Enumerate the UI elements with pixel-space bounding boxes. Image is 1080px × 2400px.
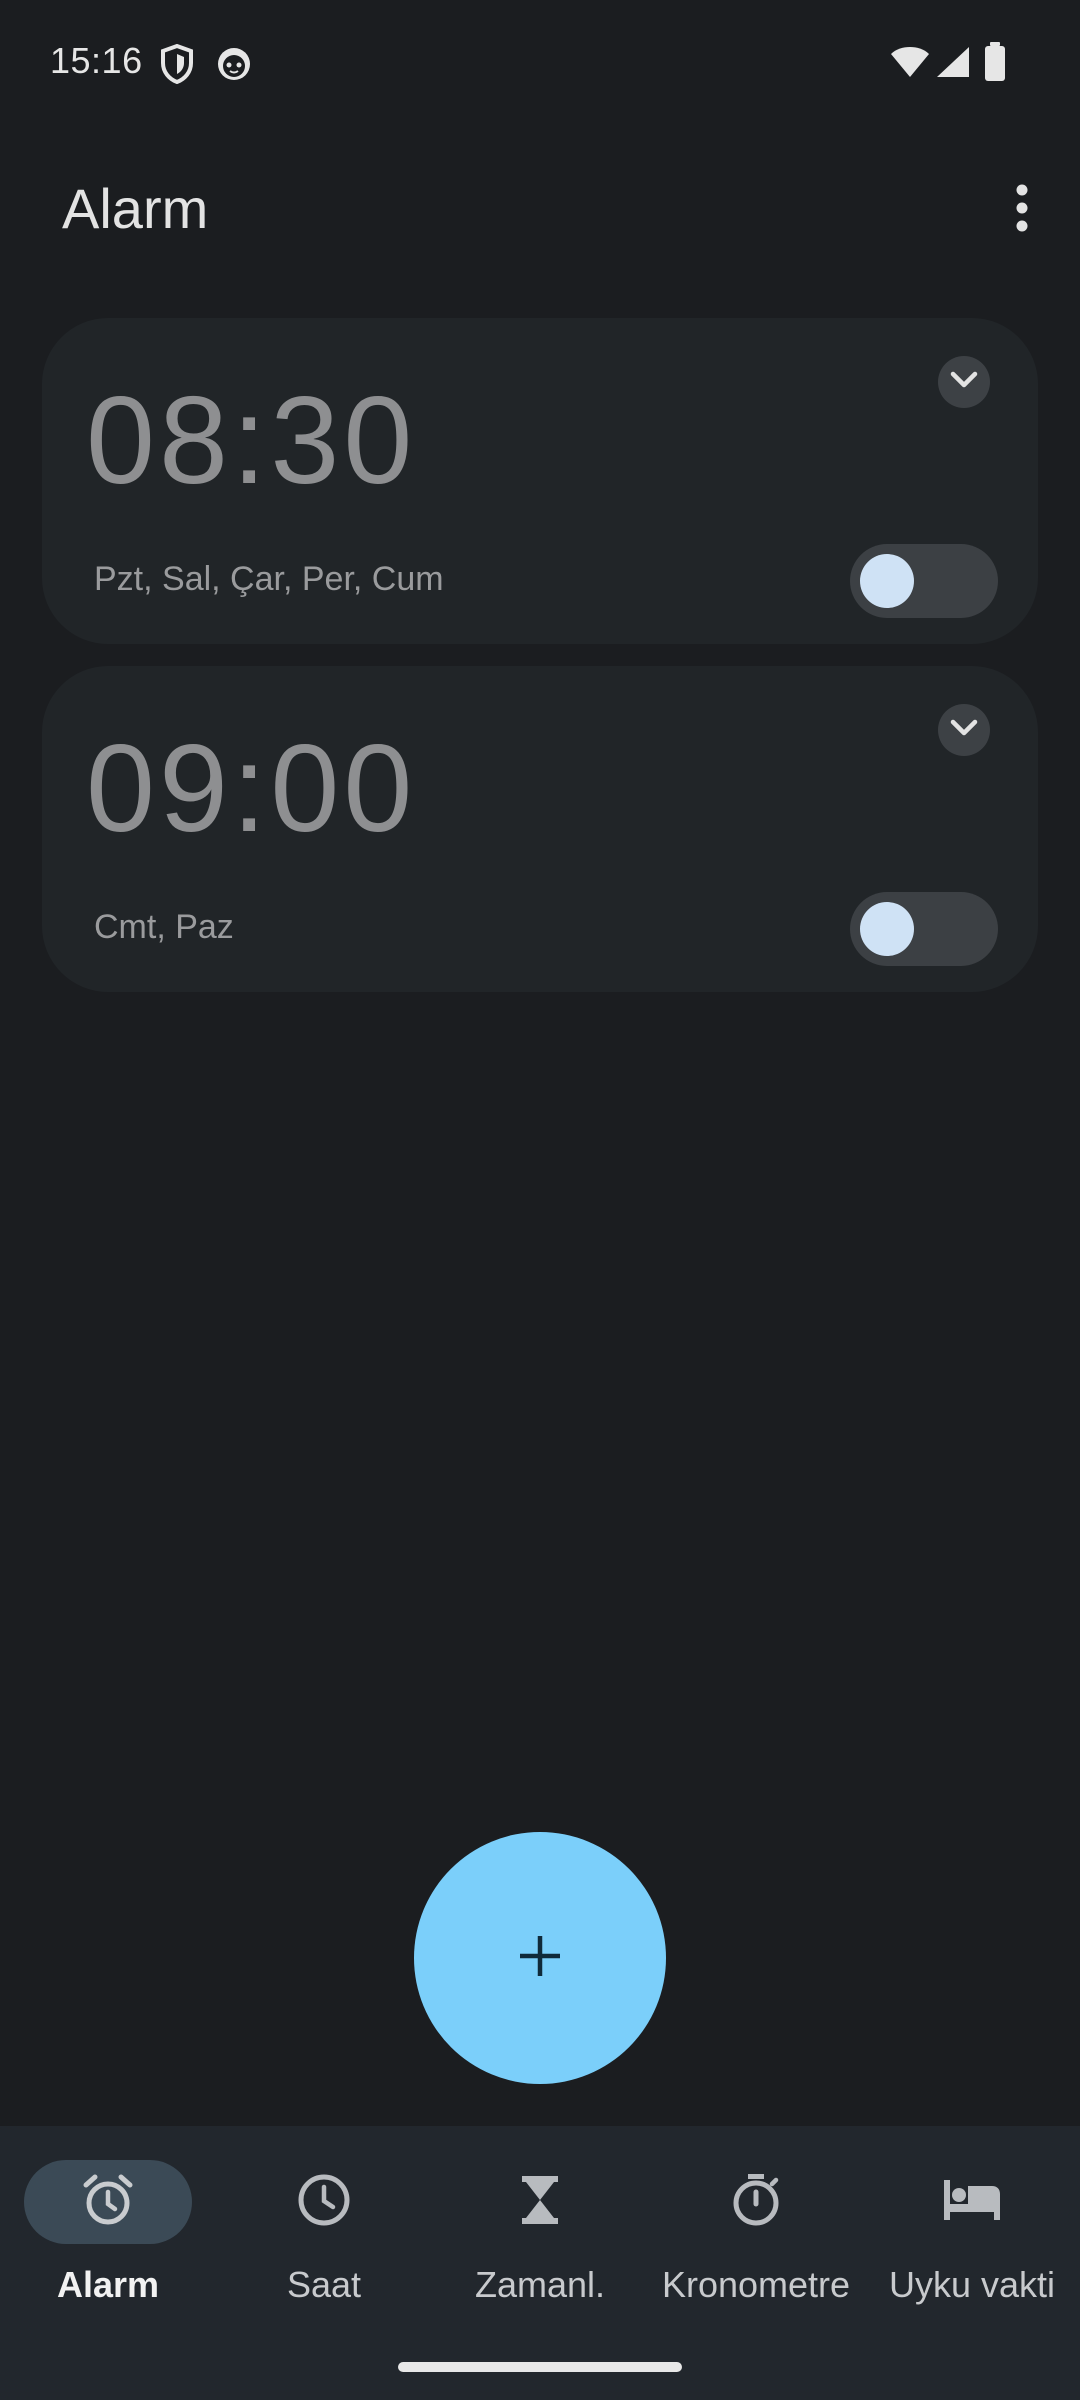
more-options-button[interactable] [992, 180, 1052, 240]
alarm-repeat-days: Cmt, Paz [94, 908, 234, 946]
alarm-repeat-days: Pzt, Sal, Çar, Per, Cum [94, 560, 444, 598]
nav-item-alarm[interactable]: Alarm [0, 2158, 216, 2318]
nav-label: Kronometre [661, 2264, 851, 2305]
expand-alarm-button[interactable] [938, 704, 990, 756]
nav-item-bedtime[interactable]: Uyku vakti [864, 2158, 1080, 2318]
bottom-navigation: Alarm Saat Zamanl. Kronometre Uyku vakti [0, 2126, 1080, 2400]
nav-icon-container [672, 2160, 840, 2244]
chevron-down-icon [950, 719, 978, 742]
alarm-clock-icon [80, 2172, 136, 2233]
signal-icon [936, 46, 970, 83]
plus-icon [516, 1932, 564, 1985]
home-indicator[interactable] [398, 2362, 682, 2372]
cat-face-icon [216, 46, 252, 87]
alarm-time[interactable]: 08:30 [86, 370, 416, 512]
nav-label: Saat [286, 2264, 362, 2305]
expand-alarm-button[interactable] [938, 356, 990, 408]
clock-icon [296, 2172, 352, 2233]
status-bar: 15:16 [0, 0, 1080, 128]
nav-label: Alarm [56, 2264, 160, 2305]
page-title: Alarm [62, 177, 209, 240]
nav-active-indicator [24, 2160, 192, 2244]
hourglass-icon [516, 2174, 564, 2231]
nav-icon-container [888, 2160, 1056, 2244]
nav-icon-container [240, 2160, 408, 2244]
nav-item-timer[interactable]: Zamanl. [432, 2158, 648, 2318]
nav-icon-container [456, 2160, 624, 2244]
nav-item-stopwatch[interactable]: Kronometre [648, 2158, 864, 2318]
toggle-knob [860, 902, 914, 956]
alarm-toggle[interactable] [850, 544, 998, 618]
wifi-icon [890, 46, 930, 83]
toggle-knob [860, 554, 914, 608]
more-vert-icon [1015, 184, 1029, 237]
shield-icon [160, 43, 194, 89]
nav-label: Uyku vakti [888, 2264, 1056, 2305]
bed-icon [942, 2178, 1002, 2227]
add-alarm-button[interactable] [414, 1832, 666, 2084]
alarm-time[interactable]: 09:00 [86, 718, 416, 860]
status-time: 15:16 [50, 40, 143, 81]
stopwatch-icon [728, 2172, 784, 2233]
alarm-card[interactable]: 09:00 Cmt, Paz [42, 666, 1038, 992]
alarm-card[interactable]: 08:30 Pzt, Sal, Çar, Per, Cum [42, 318, 1038, 644]
nav-label: Zamanl. [474, 2264, 606, 2305]
alarm-toggle[interactable] [850, 892, 998, 966]
clock-app-screen: 15:16 Alarm 08:30 Pzt, Sal, Çar, Per, Cu… [0, 0, 1080, 2400]
nav-item-clock[interactable]: Saat [216, 2158, 432, 2318]
chevron-down-icon [950, 371, 978, 394]
battery-icon [984, 42, 1006, 87]
